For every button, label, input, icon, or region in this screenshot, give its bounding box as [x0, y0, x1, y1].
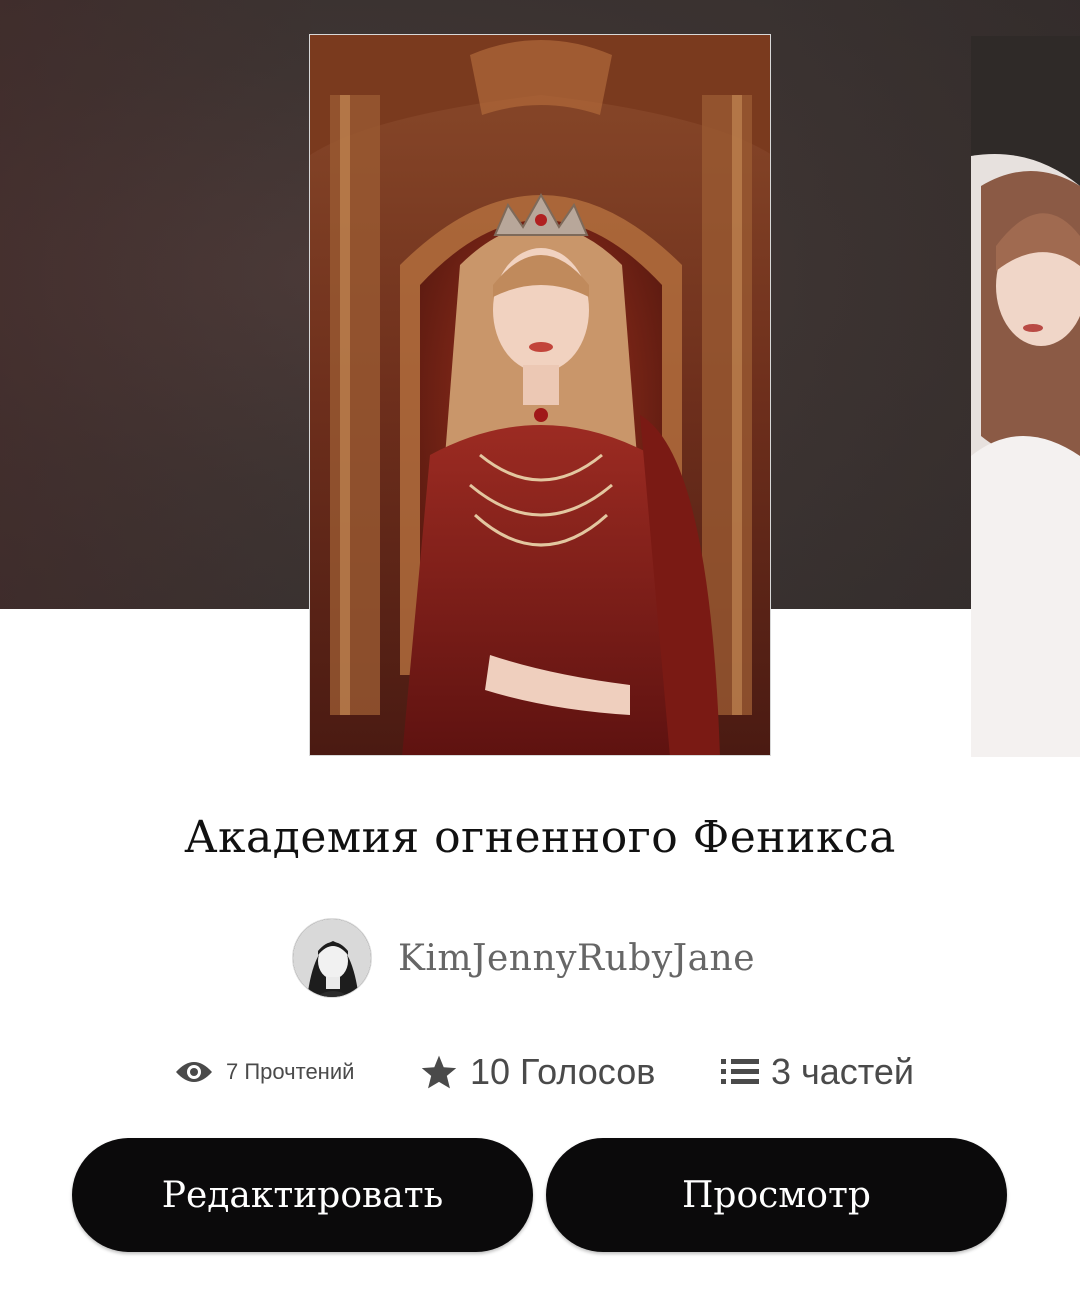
author-row[interactable]: KimJennyRubyJane: [292, 918, 755, 998]
stat-reads: 7 Прочтений: [174, 1058, 354, 1086]
edit-button[interactable]: Редактировать: [72, 1138, 533, 1252]
story-cover-image[interactable]: [309, 34, 771, 756]
eye-icon: [174, 1058, 214, 1086]
next-cover-image[interactable]: [971, 36, 1080, 757]
list-icon: [720, 1057, 759, 1087]
story-stats: 7 Прочтений 10 Голосов 3 частей: [174, 1046, 914, 1098]
stat-parts: 3 частей: [720, 1051, 914, 1093]
cover-illustration: [310, 35, 770, 755]
author-avatar[interactable]: [292, 918, 372, 998]
reads-count: 7 Прочтений: [226, 1059, 355, 1084]
parts-count: 3 частей: [770, 1051, 914, 1092]
story-title: Академия огненного Феникса: [184, 812, 896, 863]
star-icon: [420, 1054, 458, 1090]
author-name[interactable]: KimJennyRubyJane: [398, 938, 755, 979]
next-cover-illustration: [971, 36, 1080, 757]
avatar-illustration: [293, 919, 371, 997]
view-button[interactable]: Просмотр: [546, 1138, 1007, 1252]
stat-votes: 10 Голосов: [420, 1051, 655, 1093]
votes-count: 10 Голосов: [470, 1051, 656, 1092]
